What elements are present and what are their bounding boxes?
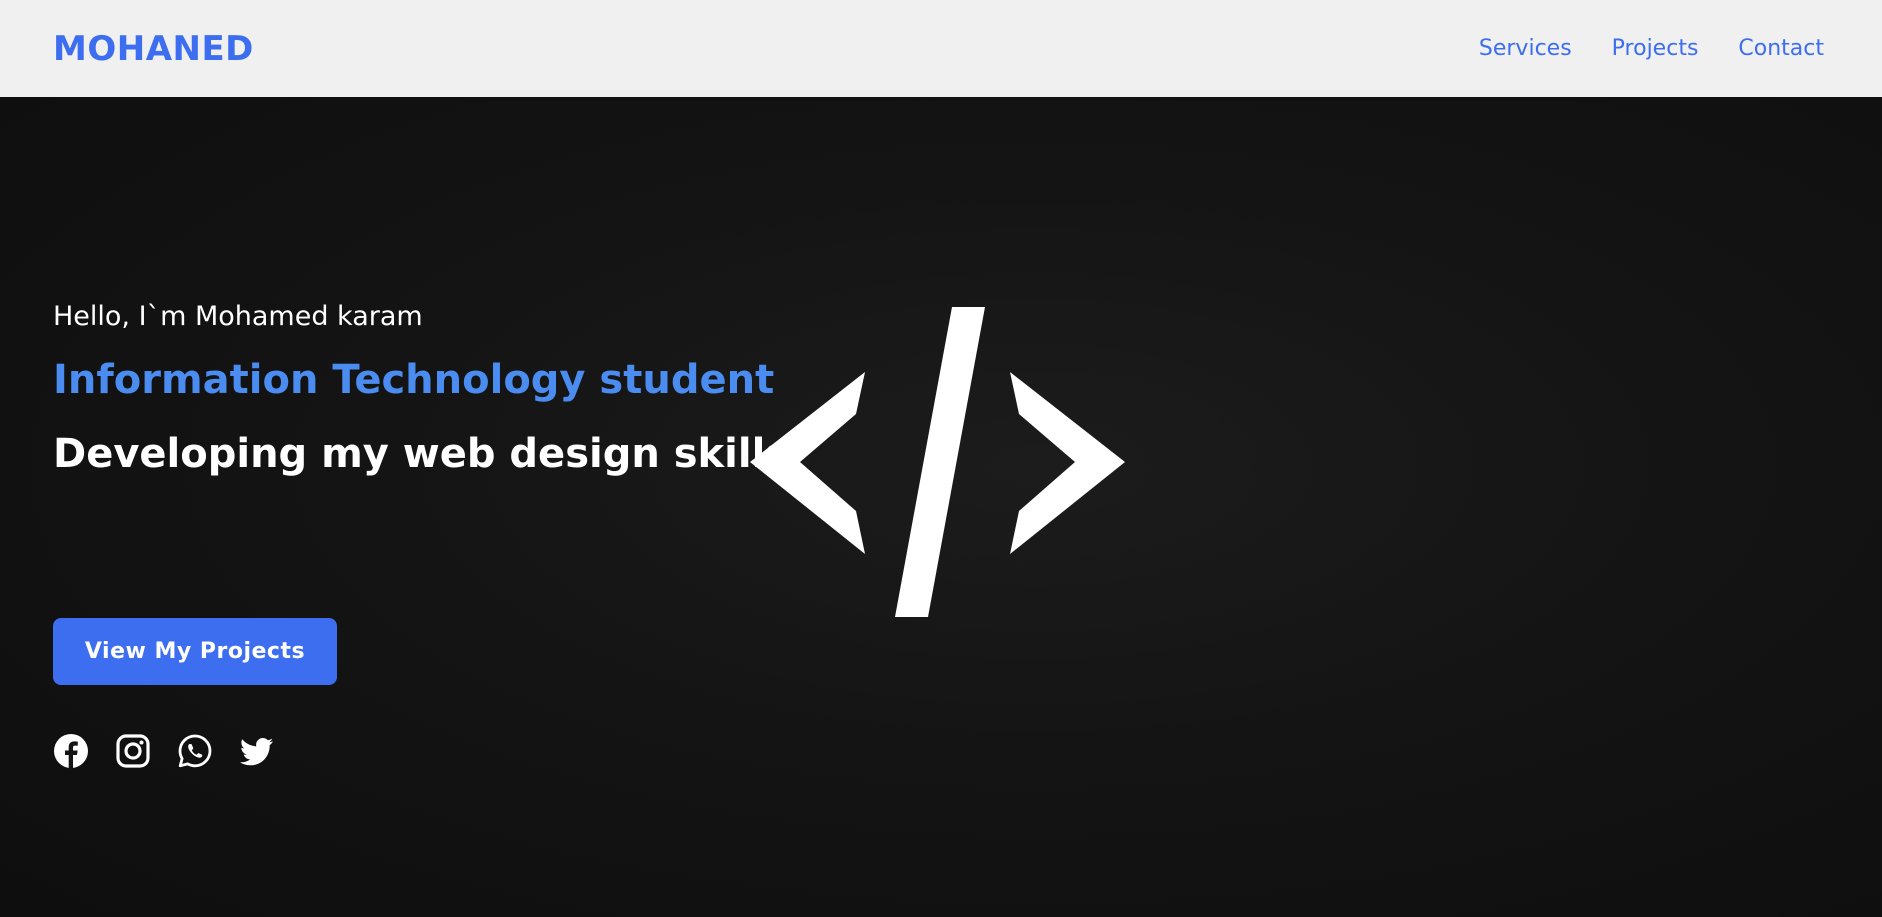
instagram-icon[interactable]: [115, 733, 151, 769]
hero-role: Information Technology student: [53, 357, 775, 403]
view-projects-button[interactable]: View My Projects: [53, 618, 337, 685]
twitter-icon[interactable]: [239, 733, 275, 769]
social-links: [53, 733, 275, 769]
code-brackets-icon: [750, 307, 1125, 617]
nav-link-projects[interactable]: Projects: [1612, 36, 1699, 61]
hero-tagline: Developing my web design skills: [53, 431, 790, 477]
nav-links: Services Projects Contact: [1479, 36, 1824, 61]
nav-link-contact[interactable]: Contact: [1738, 36, 1824, 61]
facebook-icon[interactable]: [53, 733, 89, 769]
nav-link-services[interactable]: Services: [1479, 36, 1572, 61]
site-logo[interactable]: MOHANED: [53, 29, 254, 69]
whatsapp-icon[interactable]: [177, 733, 213, 769]
hero-section: Hello, I`m Mohamed karam Information Tec…: [0, 97, 1882, 917]
navbar: MOHANED Services Projects Contact: [0, 0, 1882, 97]
hero-greeting: Hello, I`m Mohamed karam: [53, 301, 423, 332]
